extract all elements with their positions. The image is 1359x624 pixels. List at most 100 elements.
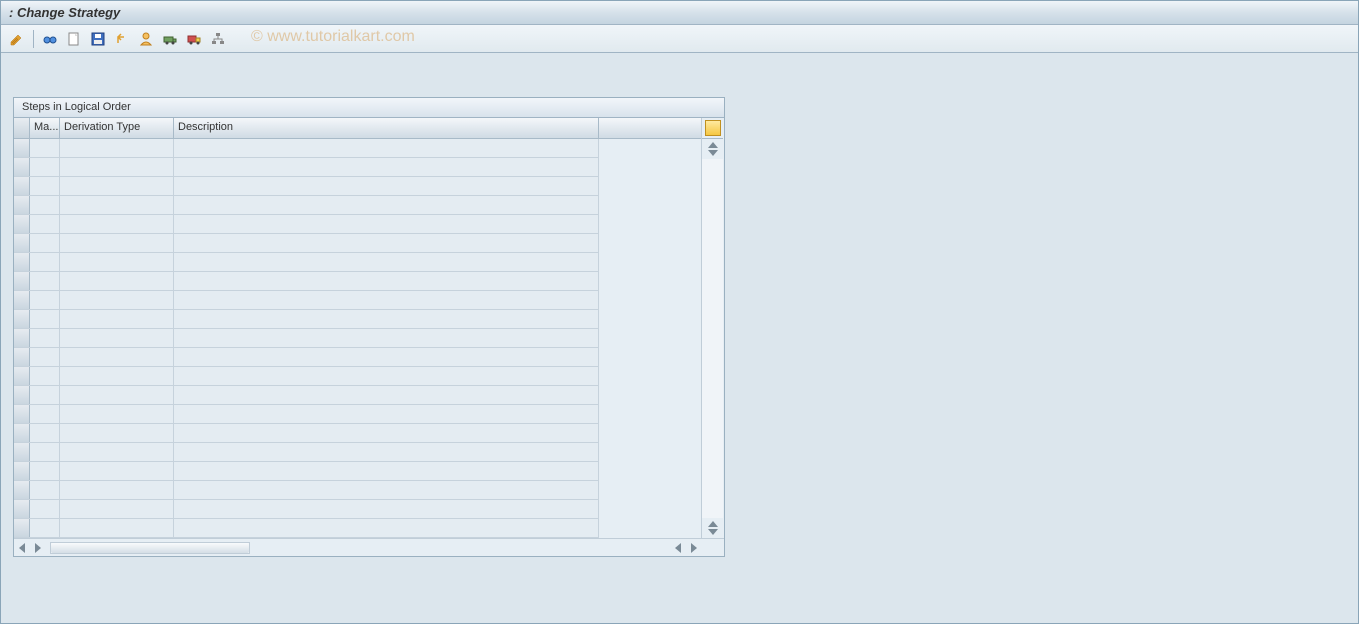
scroll-up-button[interactable] xyxy=(708,142,718,148)
table-row[interactable] xyxy=(14,234,599,253)
cell-ma[interactable] xyxy=(30,253,60,271)
row-selector[interactable] xyxy=(14,443,30,461)
table-settings-button[interactable] xyxy=(705,120,721,136)
h-scroll-thumb[interactable] xyxy=(51,543,249,553)
table-row[interactable] xyxy=(14,500,599,519)
scroll-left-end-button[interactable] xyxy=(675,543,681,553)
table-row[interactable] xyxy=(14,291,599,310)
row-selector[interactable] xyxy=(14,177,30,195)
cell-derivation-type[interactable] xyxy=(60,500,174,518)
cell-description[interactable] xyxy=(174,519,599,537)
cell-derivation-type[interactable] xyxy=(60,443,174,461)
cell-ma[interactable] xyxy=(30,405,60,423)
cell-derivation-type[interactable] xyxy=(60,158,174,176)
edit-button[interactable] xyxy=(7,29,27,49)
scroll-right-button-a[interactable] xyxy=(35,543,41,553)
cell-description[interactable] xyxy=(174,500,599,518)
cell-ma[interactable] xyxy=(30,519,60,537)
table-row[interactable] xyxy=(14,196,599,215)
back-button[interactable] xyxy=(112,29,132,49)
cell-description[interactable] xyxy=(174,386,599,404)
col-derivation-type[interactable]: Derivation Type xyxy=(60,118,174,138)
scroll-down-button[interactable] xyxy=(708,150,718,156)
table-row[interactable] xyxy=(14,405,599,424)
cell-derivation-type[interactable] xyxy=(60,253,174,271)
cell-description[interactable] xyxy=(174,291,599,309)
row-selector[interactable] xyxy=(14,462,30,480)
cell-derivation-type[interactable] xyxy=(60,519,174,537)
table-row[interactable] xyxy=(14,272,599,291)
cell-derivation-type[interactable] xyxy=(60,196,174,214)
cell-ma[interactable] xyxy=(30,291,60,309)
cell-description[interactable] xyxy=(174,310,599,328)
col-selector[interactable] xyxy=(14,118,30,138)
cell-ma[interactable] xyxy=(30,424,60,442)
table-row[interactable] xyxy=(14,253,599,272)
table-row[interactable] xyxy=(14,424,599,443)
table-row[interactable] xyxy=(14,462,599,481)
h-scroll-track[interactable] xyxy=(50,542,250,554)
row-selector[interactable] xyxy=(14,329,30,347)
cell-derivation-type[interactable] xyxy=(60,386,174,404)
cell-ma[interactable] xyxy=(30,443,60,461)
row-selector[interactable] xyxy=(14,519,30,537)
row-selector[interactable] xyxy=(14,215,30,233)
table-row[interactable] xyxy=(14,481,599,500)
cell-description[interactable] xyxy=(174,481,599,499)
cell-ma[interactable] xyxy=(30,234,60,252)
row-selector[interactable] xyxy=(14,272,30,290)
cell-description[interactable] xyxy=(174,367,599,385)
cell-derivation-type[interactable] xyxy=(60,215,174,233)
cell-ma[interactable] xyxy=(30,386,60,404)
table-row[interactable] xyxy=(14,310,599,329)
scroll-down-bottom-button[interactable] xyxy=(708,529,718,535)
cell-description[interactable] xyxy=(174,348,599,366)
cell-derivation-type[interactable] xyxy=(60,291,174,309)
row-selector[interactable] xyxy=(14,291,30,309)
cell-description[interactable] xyxy=(174,215,599,233)
cell-ma[interactable] xyxy=(30,462,60,480)
cell-ma[interactable] xyxy=(30,329,60,347)
cell-ma[interactable] xyxy=(30,272,60,290)
cell-ma[interactable] xyxy=(30,158,60,176)
cell-ma[interactable] xyxy=(30,310,60,328)
row-selector[interactable] xyxy=(14,310,30,328)
row-selector[interactable] xyxy=(14,139,30,157)
cell-ma[interactable] xyxy=(30,196,60,214)
cell-ma[interactable] xyxy=(30,215,60,233)
cell-derivation-type[interactable] xyxy=(60,462,174,480)
cell-ma[interactable] xyxy=(30,139,60,157)
cell-ma[interactable] xyxy=(30,177,60,195)
cell-derivation-type[interactable] xyxy=(60,405,174,423)
table-row[interactable] xyxy=(14,386,599,405)
row-selector[interactable] xyxy=(14,234,30,252)
cell-ma[interactable] xyxy=(30,500,60,518)
table-row[interactable] xyxy=(14,139,599,158)
scroll-right-button[interactable] xyxy=(691,543,697,553)
cell-description[interactable] xyxy=(174,405,599,423)
cell-ma[interactable] xyxy=(30,481,60,499)
cell-description[interactable] xyxy=(174,424,599,442)
cell-description[interactable] xyxy=(174,462,599,480)
table-row[interactable] xyxy=(14,367,599,386)
cell-derivation-type[interactable] xyxy=(60,177,174,195)
person-button[interactable] xyxy=(136,29,156,49)
scroll-left-button[interactable] xyxy=(19,543,25,553)
hierarchy-button[interactable] xyxy=(208,29,228,49)
save-button[interactable] xyxy=(88,29,108,49)
table-row[interactable] xyxy=(14,348,599,367)
cell-derivation-type[interactable] xyxy=(60,481,174,499)
cell-description[interactable] xyxy=(174,234,599,252)
v-scroll-track[interactable] xyxy=(702,159,723,518)
row-selector[interactable] xyxy=(14,158,30,176)
cell-derivation-type[interactable] xyxy=(60,139,174,157)
cell-description[interactable] xyxy=(174,196,599,214)
row-selector[interactable] xyxy=(14,348,30,366)
cell-ma[interactable] xyxy=(30,348,60,366)
cell-description[interactable] xyxy=(174,272,599,290)
cell-derivation-type[interactable] xyxy=(60,329,174,347)
cell-derivation-type[interactable] xyxy=(60,348,174,366)
table-row[interactable] xyxy=(14,177,599,196)
table-row[interactable] xyxy=(14,443,599,462)
table-row[interactable] xyxy=(14,329,599,348)
